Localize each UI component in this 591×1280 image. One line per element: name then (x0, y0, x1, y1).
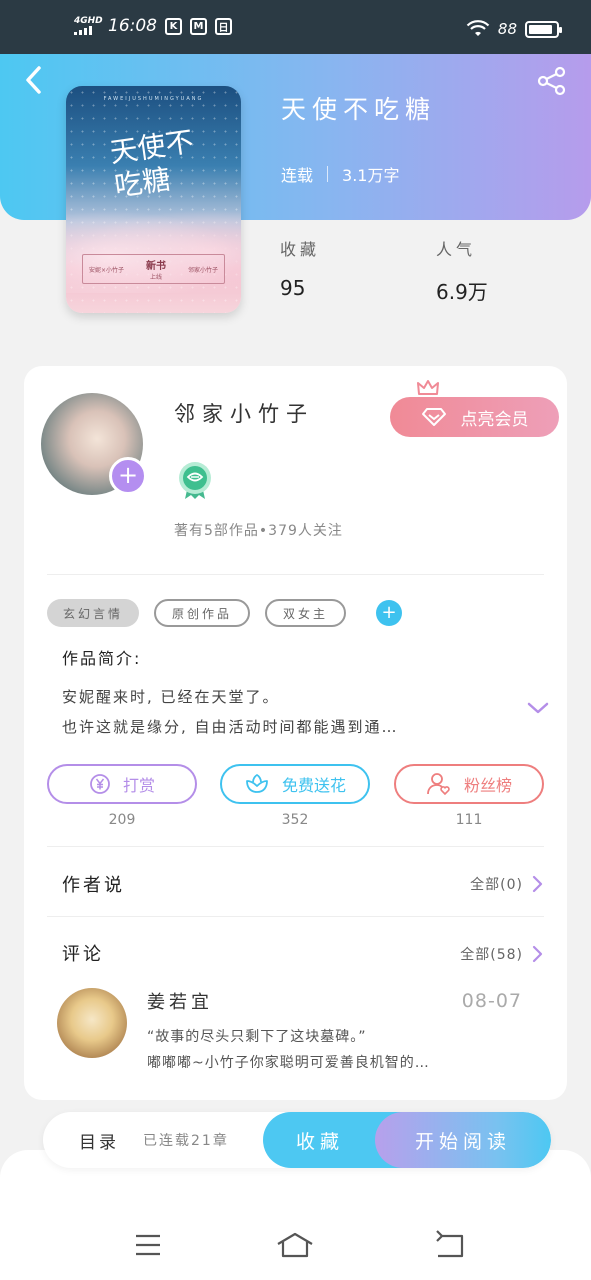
intro-line: 安妮醒来时, 已经在天堂了。 (62, 688, 280, 706)
send-flower-label: 免费送花 (281, 776, 346, 795)
flower-icon (246, 773, 268, 793)
cover-title: 天使不吃糖 (107, 124, 196, 203)
crown-icon (417, 380, 439, 395)
favorite-label: 收藏 (295, 1130, 344, 1153)
start-reading-button[interactable]: 开始阅读 (375, 1112, 551, 1168)
author-stats: 著有5部作品•379人关注 (174, 523, 343, 539)
chevron-down-icon[interactable] (526, 700, 550, 716)
cover-credit-left: 安妮×小竹子 (89, 266, 125, 274)
fan-ranking-label: 粉丝榜 (463, 776, 512, 795)
start-reading-label: 开始阅读 (414, 1130, 511, 1153)
tag-list: 玄幻言情 原创作品 双女主 + (47, 599, 403, 627)
bottom-action-bar: 目录 已连载21章 收藏 开始阅读 (43, 1112, 551, 1168)
back-arrow-icon[interactable] (22, 64, 46, 96)
intro-title: 作品简介: (62, 649, 142, 668)
vip-button[interactable]: 点亮会员 (390, 397, 559, 437)
back-icon[interactable] (430, 1230, 470, 1260)
tag-original[interactable]: 原创作品 (154, 599, 251, 627)
divider (47, 574, 544, 575)
comment-quote[interactable]: “故事的尽头只剩下了这块墓碑。” (147, 1026, 367, 1046)
share-icon[interactable] (537, 66, 567, 96)
vip-button-label: 点亮会员 (460, 409, 529, 430)
comments-all-label: 全部(58) (460, 947, 523, 963)
flower-count: 352 (281, 812, 309, 828)
status-bar: 4GHD 16:08 K M 日 88 (0, 0, 591, 54)
author-says-all-label: 全部(0) (470, 877, 523, 893)
book-meta: 连载 3.1万字 (281, 162, 399, 186)
battery-percent: 88 (497, 20, 517, 38)
status-right: 88 (466, 20, 562, 38)
author-says-all-link[interactable]: 全部(0) (470, 874, 543, 894)
book-cover[interactable]: FAWEIJUSHUMINGYUANG 天使不吃糖 安妮×小竹子 新书 上线 邻… (66, 86, 241, 313)
comments-all-link[interactable]: 全部(58) (460, 944, 543, 964)
author-name[interactable]: 邻家小竹子 (174, 398, 314, 428)
cover-credit-center-sub: 上线 (149, 274, 162, 281)
notification-icon: M (190, 17, 207, 35)
chapter-count: 已连载21章 (143, 1133, 229, 1149)
cover-top-text: FAWEIJUSHUMINGYUANG (103, 96, 204, 102)
cover-credit-center: 新书 (146, 261, 166, 272)
status-left: 4GHD 16:08 K M 日 (74, 16, 232, 36)
stat-value: 6.9万 (436, 280, 488, 304)
follow-author-button[interactable]: + (109, 457, 147, 495)
network-type: 4GHD (74, 16, 103, 26)
fan-ranking-button[interactable]: 粉丝榜 (394, 764, 544, 804)
tag-dual-heroine[interactable]: 双女主 (265, 599, 347, 627)
word-count: 3.1万字 (342, 166, 400, 185)
intro-text[interactable]: 安妮醒来时, 已经在天堂了。 也许这就是缘分, 自由活动时间都能遇到通… (62, 682, 502, 742)
yen-icon (90, 774, 110, 794)
book-status: 连载 (281, 166, 314, 185)
stat-favorites: 收藏 95 (280, 236, 320, 300)
fan-count: 111 (455, 812, 483, 828)
comments-title: 评论 (62, 944, 104, 965)
comment-date: 08-07 (461, 990, 522, 1012)
stat-value: 95 (280, 276, 306, 300)
notification-icon: 日 (215, 17, 232, 35)
author-says-title: 作者说 (62, 875, 125, 896)
add-tag-button[interactable]: + (376, 600, 403, 626)
reward-count: 209 (108, 812, 136, 828)
fan-icon (427, 773, 450, 796)
system-nav-bar (0, 1150, 591, 1280)
chevron-right-icon (532, 875, 543, 893)
stat-label: 收藏 (280, 240, 321, 259)
stat-popularity: 人气 6.9万 (436, 236, 488, 305)
home-icon[interactable] (275, 1230, 315, 1260)
send-flower-button[interactable]: 免费送花 (220, 764, 370, 804)
chevron-right-icon (532, 945, 543, 963)
wifi-icon (466, 20, 490, 36)
meta-divider (327, 166, 329, 182)
diamond-icon (421, 408, 446, 426)
author-badge-icon[interactable] (177, 460, 213, 500)
tag-genre[interactable]: 玄幻言情 (47, 599, 140, 627)
cover-credits: 安妮×小竹子 新书 上线 邻家小竹子 (82, 254, 225, 284)
signal-icon: 4GHD (74, 16, 103, 35)
commenter-name[interactable]: 姜若宜 (147, 988, 213, 1014)
divider (47, 846, 544, 847)
reward-button[interactable]: 打赏 (47, 764, 197, 804)
comment-body[interactable]: 嘟嘟嘟~小竹子你家聪明可爱善良机智的… (147, 1052, 517, 1072)
book-title: 天使不吃糖 (281, 95, 437, 124)
reward-label: 打赏 (122, 776, 155, 795)
divider (47, 916, 544, 917)
battery-icon (525, 20, 562, 38)
intro-line: 也许这就是缘分, 自由活动时间都能遇到通… (62, 718, 399, 736)
book-detail-card: + 邻家小竹子 点亮会员 著有5部作品•379人关注 玄幻言情 原创作品 双女主… (24, 366, 567, 1100)
menu-icon[interactable] (128, 1230, 168, 1260)
clock: 16:08 (108, 16, 157, 36)
stat-label: 人气 (436, 240, 477, 259)
notification-icon: K (165, 17, 182, 35)
cover-credit-right: 邻家小竹子 (187, 266, 218, 274)
commenter-avatar[interactable] (57, 988, 127, 1058)
toc-button[interactable]: 目录 (79, 1128, 119, 1153)
